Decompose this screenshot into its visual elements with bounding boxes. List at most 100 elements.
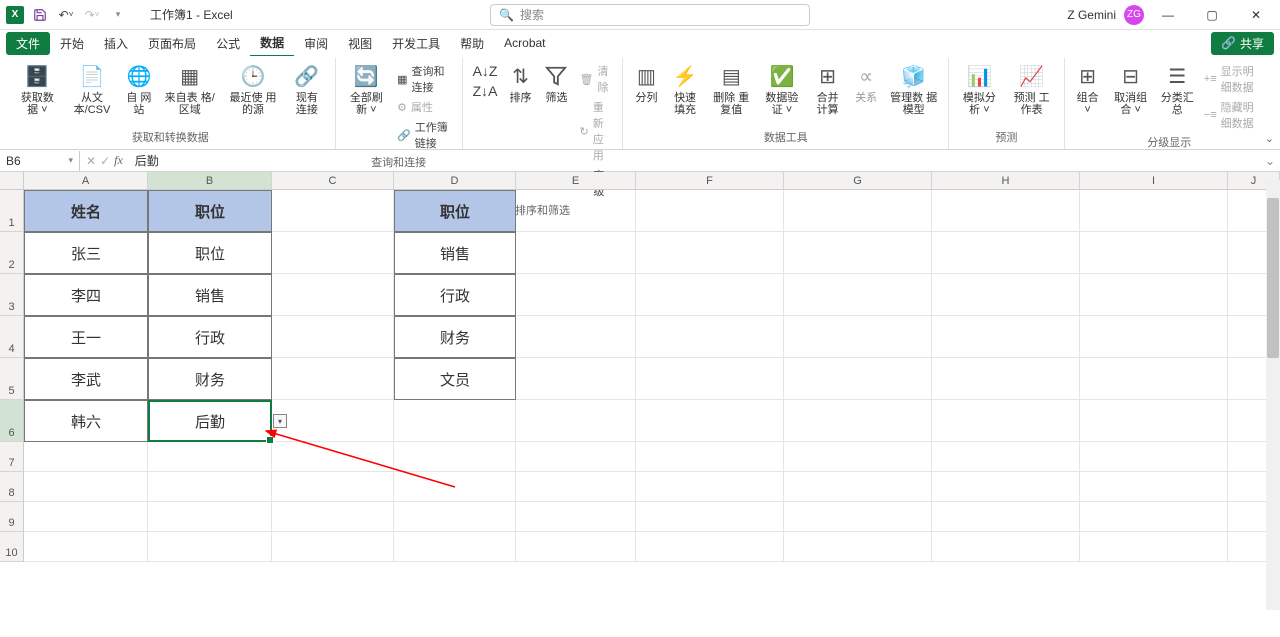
- cell[interactable]: [394, 532, 516, 562]
- row-header[interactable]: 9: [0, 502, 24, 532]
- cell[interactable]: [516, 232, 636, 274]
- vertical-scrollbar[interactable]: [1266, 180, 1280, 610]
- row-header[interactable]: 4: [0, 316, 24, 358]
- cell[interactable]: [784, 190, 932, 232]
- cell[interactable]: [636, 532, 784, 562]
- dropdown-handle-icon[interactable]: ▾: [273, 414, 287, 428]
- redo-icon[interactable]: ↷˅: [82, 5, 102, 25]
- cell[interactable]: [1080, 442, 1228, 472]
- recent-sources-button[interactable]: 🕒最近使 用的源: [223, 60, 283, 118]
- cell[interactable]: [636, 232, 784, 274]
- from-web-button[interactable]: 🌐自 网站: [121, 60, 156, 118]
- cell[interactable]: [636, 502, 784, 532]
- cell[interactable]: [516, 316, 636, 358]
- cell[interactable]: 财务: [394, 316, 516, 358]
- formula-input[interactable]: 后勤: [129, 152, 1260, 169]
- cell[interactable]: [636, 316, 784, 358]
- cell[interactable]: [272, 400, 394, 442]
- reapply-button[interactable]: ↻ 重新应用: [575, 98, 616, 164]
- close-button[interactable]: ✕: [1236, 1, 1276, 29]
- cell[interactable]: 行政: [148, 316, 272, 358]
- cell[interactable]: [784, 358, 932, 400]
- cell[interactable]: [1080, 472, 1228, 502]
- cell[interactable]: [148, 442, 272, 472]
- cell[interactable]: [516, 472, 636, 502]
- cell[interactable]: [636, 472, 784, 502]
- save-icon[interactable]: [30, 5, 50, 25]
- whatif-button[interactable]: 📊模拟分析 ˅: [955, 60, 1003, 118]
- get-data-button[interactable]: 🗄️获取数 据 ˅: [12, 60, 63, 118]
- cell[interactable]: [516, 400, 636, 442]
- collapse-ribbon-icon[interactable]: ⌄: [1265, 132, 1274, 145]
- cell[interactable]: [636, 190, 784, 232]
- cell[interactable]: 销售: [394, 232, 516, 274]
- text-to-columns-button[interactable]: ▥分列: [629, 60, 663, 106]
- cell[interactable]: 财务: [148, 358, 272, 400]
- col-header[interactable]: A: [24, 172, 148, 190]
- cell[interactable]: [784, 274, 932, 316]
- fx-icon[interactable]: fx: [114, 153, 123, 168]
- cell[interactable]: [1080, 316, 1228, 358]
- row-header[interactable]: 5: [0, 358, 24, 400]
- cell[interactable]: [1080, 190, 1228, 232]
- cell[interactable]: [272, 472, 394, 502]
- cell[interactable]: [24, 532, 148, 562]
- expand-formula-icon[interactable]: ⌄: [1260, 154, 1280, 168]
- cell[interactable]: 王一: [24, 316, 148, 358]
- cell[interactable]: [932, 190, 1080, 232]
- cell[interactable]: [784, 232, 932, 274]
- cell[interactable]: [516, 274, 636, 316]
- cell[interactable]: [148, 502, 272, 532]
- cell[interactable]: [272, 274, 394, 316]
- tab-pagelayout[interactable]: 页面布局: [138, 31, 206, 56]
- remove-duplicates-button[interactable]: ▤删除 重复值: [707, 60, 756, 118]
- cell[interactable]: [24, 502, 148, 532]
- cell[interactable]: 李四: [24, 274, 148, 316]
- cell[interactable]: [1080, 274, 1228, 316]
- refresh-all-button[interactable]: 🔄全部刷新 ˅: [342, 60, 391, 118]
- flash-fill-button[interactable]: ⚡快速填充: [665, 60, 704, 118]
- col-header[interactable]: B: [148, 172, 272, 190]
- cell[interactable]: [394, 400, 516, 442]
- cell[interactable]: [1080, 502, 1228, 532]
- data-model-button[interactable]: 🧊管理数 据模型: [885, 60, 942, 118]
- cell[interactable]: [636, 358, 784, 400]
- cell[interactable]: [784, 442, 932, 472]
- share-button[interactable]: 🔗共享: [1211, 32, 1274, 55]
- cell[interactable]: [516, 532, 636, 562]
- cell[interactable]: 职位: [394, 190, 516, 232]
- cell[interactable]: 后勤▾: [148, 400, 272, 442]
- col-header[interactable]: E: [516, 172, 636, 190]
- clear-filter-button[interactable]: 🗑 清除: [575, 62, 616, 96]
- forecast-sheet-button[interactable]: 📈预测 工作表: [1006, 60, 1058, 118]
- cell[interactable]: [394, 472, 516, 502]
- tab-developer[interactable]: 开发工具: [382, 31, 450, 56]
- cell[interactable]: [1080, 400, 1228, 442]
- filter-button[interactable]: 筛选: [539, 60, 573, 106]
- qat-customize-icon[interactable]: ▾: [108, 5, 128, 25]
- cell[interactable]: [636, 400, 784, 442]
- cell[interactable]: 职位: [148, 190, 272, 232]
- show-detail-button[interactable]: +≡ 显示明细数据: [1200, 62, 1268, 96]
- cell[interactable]: [932, 472, 1080, 502]
- chevron-down-icon[interactable]: ▾: [68, 155, 73, 166]
- spreadsheet-grid[interactable]: A B C D E F G H I J 1姓名职位职位2张三职位销售3李四销售行…: [0, 172, 1280, 626]
- row-header[interactable]: 2: [0, 232, 24, 274]
- ungroup-button[interactable]: ⊟取消组合 ˅: [1107, 60, 1155, 118]
- cell[interactable]: [272, 358, 394, 400]
- cell[interactable]: [516, 442, 636, 472]
- cell[interactable]: [272, 232, 394, 274]
- workbook-links-button[interactable]: 🔗 工作簿链接: [393, 118, 456, 152]
- cell[interactable]: [932, 532, 1080, 562]
- name-box[interactable]: B6▾: [0, 151, 80, 171]
- cell[interactable]: [24, 472, 148, 502]
- hide-detail-button[interactable]: −≡ 隐藏明细数据: [1200, 98, 1268, 132]
- cell[interactable]: [24, 442, 148, 472]
- cell[interactable]: [932, 232, 1080, 274]
- cell[interactable]: [784, 472, 932, 502]
- cell[interactable]: [932, 316, 1080, 358]
- cell[interactable]: [784, 316, 932, 358]
- tab-acrobat[interactable]: Acrobat: [494, 32, 555, 54]
- cell[interactable]: [784, 532, 932, 562]
- cell[interactable]: [148, 532, 272, 562]
